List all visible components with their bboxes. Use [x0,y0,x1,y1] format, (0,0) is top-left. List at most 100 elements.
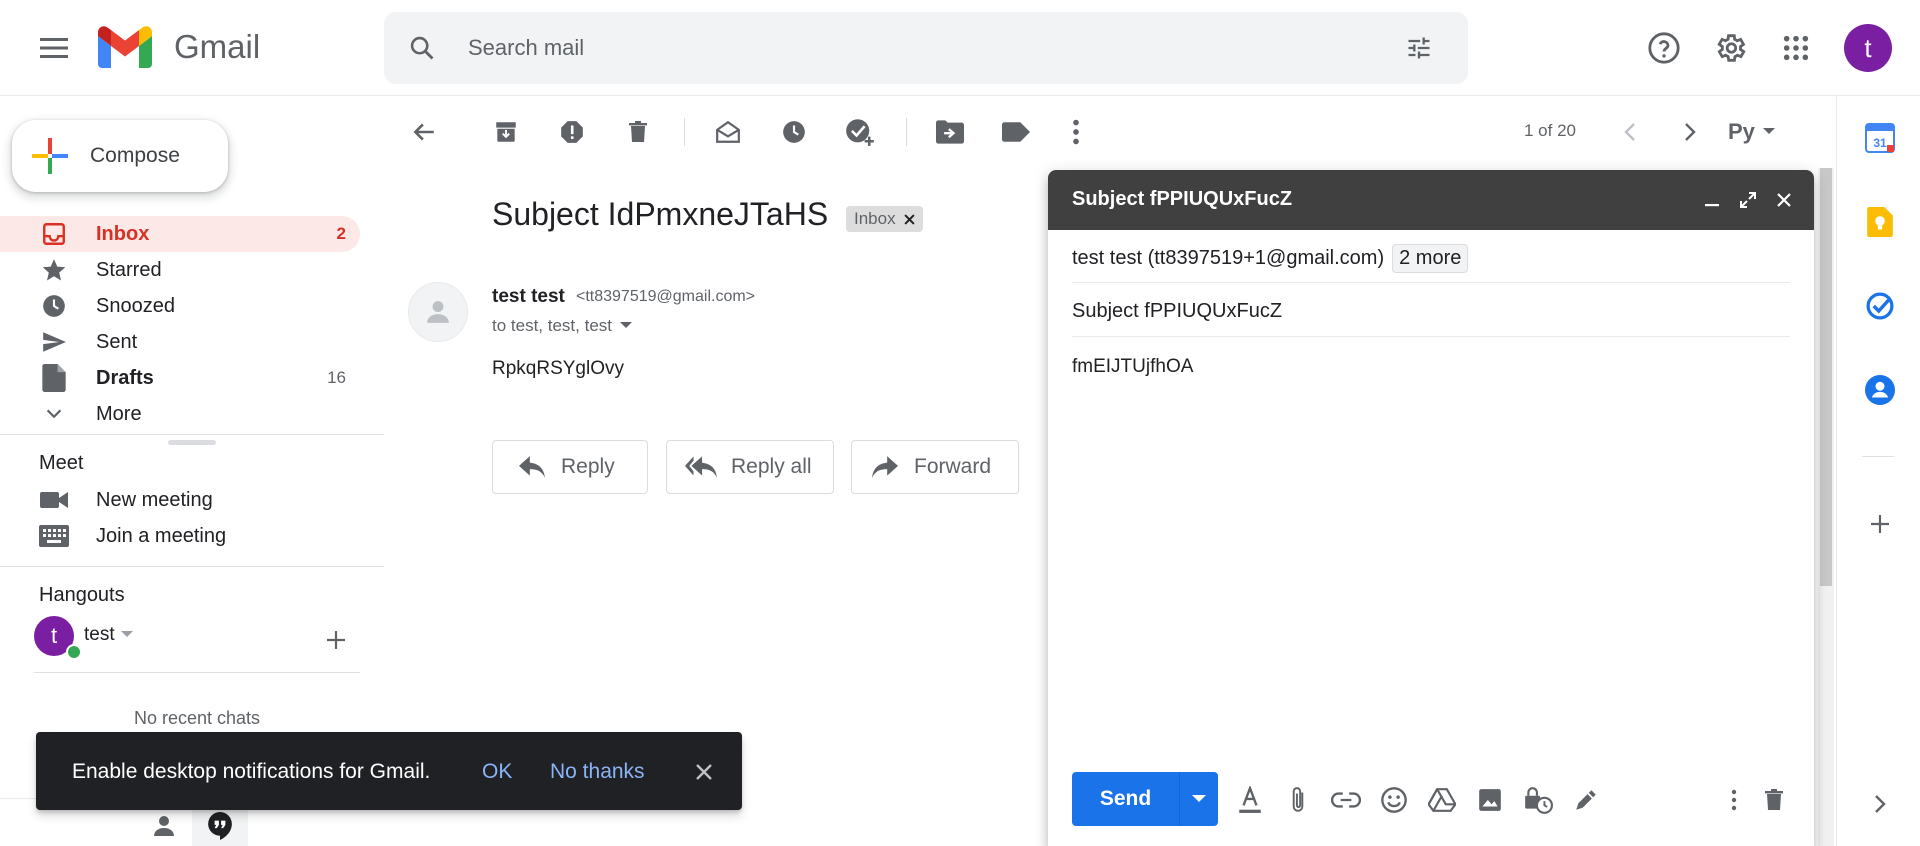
formatting-options-icon[interactable] [1232,782,1268,818]
sidebar-item-label: Snoozed [96,294,175,317]
sender-avatar[interactable] [408,282,468,342]
forward-button[interactable]: Forward [851,440,1019,494]
field-divider [1072,336,1790,337]
sidebar-item-snoozed[interactable]: Snoozed [0,288,360,324]
insert-emoji-icon[interactable] [1376,782,1412,818]
add-to-tasks-icon[interactable] [842,114,878,150]
account-avatar[interactable]: t [1844,24,1892,72]
sidebar-divider [0,434,384,435]
compose-window-title: Subject fPPIUQUxFucZ [1072,188,1293,210]
top-header: Gmail t [0,0,1920,96]
recipients-field[interactable]: test test (tt8397519+1@gmail.com) 2 more [1072,244,1469,273]
minimize-icon[interactable] [1698,186,1726,214]
fullscreen-expand-icon[interactable] [1734,186,1762,214]
search-options-icon[interactable] [1404,34,1434,62]
discard-draft-trash-icon[interactable] [1756,782,1792,818]
attach-paperclip-icon[interactable] [1280,782,1316,818]
snackbar-ok-button[interactable]: OK [482,760,512,784]
archive-icon[interactable] [488,114,524,150]
more-recipients-chip[interactable]: 2 more [1392,244,1469,273]
snackbar-close-icon[interactable] [686,754,722,790]
hangouts-chat-icon[interactable] [192,806,248,846]
gmail-logo[interactable]: Gmail [98,26,260,68]
search-input[interactable] [468,32,1368,64]
newer-chevron-left-icon[interactable] [1612,114,1648,150]
compose-button[interactable]: Compose [12,120,228,192]
sidebar-divider [0,566,384,567]
settings-gear-icon[interactable] [1706,24,1754,72]
caret-down-icon [1762,128,1775,134]
sidebar-item-sent[interactable]: Sent [0,324,360,360]
google-keep-icon[interactable] [1862,204,1898,240]
label-tag-icon[interactable] [998,114,1034,150]
new-meeting-link[interactable]: New meeting [0,482,360,518]
meet-section-title: Meet [39,452,84,474]
input-tools-menu[interactable]: Рy [1728,114,1784,150]
scrollbar-thumb[interactable] [1820,168,1832,586]
confidential-mode-icon[interactable] [1520,782,1556,818]
search-icon[interactable] [408,34,436,62]
get-addons-plus-icon[interactable] [1862,506,1898,542]
sidebar-item-more[interactable]: More [0,396,360,432]
keyboard-icon [36,525,72,547]
sidebar-item-drafts[interactable]: Drafts 16 [0,360,360,396]
sidebar-item-label: More [96,402,142,425]
star-icon [36,257,72,283]
more-options-icon[interactable] [1716,782,1752,818]
send-button[interactable]: Send [1072,772,1180,826]
mark-unread-icon[interactable] [710,114,746,150]
compose-window-header[interactable]: Subject fPPIUQUxFucZ [1048,170,1814,230]
insert-signature-pen-icon[interactable] [1568,782,1604,818]
older-chevron-right-icon[interactable] [1672,114,1708,150]
unread-count: 2 [336,224,346,243]
notification-snackbar: Enable desktop notifications for Gmail. … [36,732,742,810]
clock-icon [36,293,72,319]
join-meeting-link[interactable]: Join a meeting [0,518,360,554]
insert-link-icon[interactable] [1328,782,1364,818]
snackbar-no-thanks-button[interactable]: No thanks [550,760,645,784]
reply-button[interactable]: Reply [492,440,648,494]
recipients-details-toggle[interactable]: to test, test, test [492,316,632,336]
hangouts-user-menu[interactable]: test [84,624,133,646]
apps-grid-icon[interactable] [1772,24,1820,72]
recipient-text: test test (tt8397519+1@gmail.com) [1072,247,1385,269]
person-placeholder-icon [427,301,449,323]
subject-field[interactable]: Subject fPPIUQUxFucZ [1072,300,1282,323]
video-camera-icon [36,490,72,510]
delete-trash-icon[interactable] [620,114,656,150]
resize-handle[interactable] [168,440,216,445]
forward-arrow-icon [872,456,898,478]
sidebar-item-starred[interactable]: Starred [0,252,360,288]
contacts-person-icon[interactable] [136,806,192,846]
google-drive-icon[interactable] [1424,782,1460,818]
new-chat-plus-icon[interactable] [320,624,352,656]
reply-arrow-icon [519,456,545,478]
sidebar-item-inbox[interactable]: Inbox 2 [0,216,360,252]
reply-all-button[interactable]: Reply all [666,440,834,494]
more-options-icon[interactable] [1058,114,1094,150]
help-icon[interactable] [1640,24,1688,72]
main-menu-icon[interactable] [34,28,74,68]
google-tasks-icon[interactable] [1862,288,1898,324]
send-icon [36,329,72,355]
caret-down-icon [1192,795,1206,802]
remove-label-close-icon[interactable] [903,213,915,225]
message-subject: Subject IdPmxneJTaHS [492,196,829,232]
side-panel-divider [1862,456,1894,457]
schedule-send-dropdown[interactable] [1180,772,1218,826]
google-contacts-icon[interactable] [1862,372,1898,408]
no-recent-chats-text: No recent chats [133,708,261,728]
insert-photo-icon[interactable] [1472,782,1508,818]
show-side-panel-chevron-icon[interactable] [1862,786,1898,822]
compose-body-editor[interactable]: fmEIJTUjfhOA [1072,356,1193,378]
google-calendar-icon[interactable]: 31 [1862,120,1898,156]
join-meeting-label: Join a meeting [96,524,227,547]
back-arrow-icon[interactable] [406,114,442,150]
inbox-icon [36,221,72,247]
sender-name[interactable]: test test [492,286,565,308]
move-to-icon[interactable] [932,114,968,150]
close-compose-icon[interactable] [1770,186,1798,214]
report-spam-icon[interactable] [554,114,590,150]
draft-icon [36,364,72,392]
snooze-clock-icon[interactable] [776,114,812,150]
